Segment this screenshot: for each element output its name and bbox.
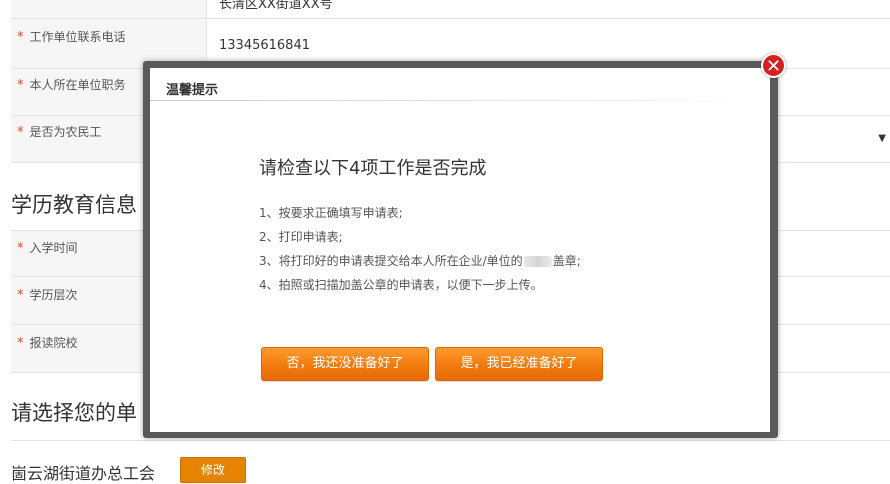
ready-button[interactable]: 是，我已经准备好了: [435, 347, 603, 381]
reminder-dialog: 温馨提示 请检查以下4项工作是否完成 1、按要求正确填写申请表; 2、打印申请表…: [150, 68, 770, 432]
dialog-heading: 请检查以下4项工作是否完成: [259, 158, 487, 179]
checklist-item: 1、按要求正确填写申请表;: [259, 206, 403, 220]
close-icon[interactable]: ✕: [761, 53, 786, 78]
required-star: *: [17, 125, 24, 140]
header-divider: [150, 100, 750, 101]
required-star: *: [17, 78, 24, 93]
unit-section-title: 请选择您的单: [11, 401, 137, 425]
form-label-cell: [11, 0, 207, 19]
form-row-address: 长清区XX街道XX号: [11, 0, 890, 19]
employer-phone-value[interactable]: 13345616841: [219, 38, 310, 53]
not-ready-button[interactable]: 否，我还没准备好了: [261, 347, 429, 381]
divider: [11, 440, 890, 441]
checklist-item: 2、打印申请表;: [259, 230, 343, 244]
required-star: *: [17, 241, 24, 256]
checklist-item: 4、拍照或扫描加盖公章的申请表，以便下一步上传。: [259, 278, 543, 292]
required-star: *: [17, 288, 24, 303]
required-star: *: [17, 336, 24, 351]
dialog-header: 温馨提示: [150, 68, 770, 101]
checklist: 1、按要求正确填写申请表; 2、打印申请表; 3、将打印好的申请表提交给本人所在…: [259, 201, 581, 297]
dialog-title: 温馨提示: [166, 83, 219, 98]
union-name: 崮云湖街道办总工会: [11, 464, 156, 483]
edit-button[interactable]: 修改: [180, 457, 246, 483]
address-value: 长清区XX街道XX号: [219, 0, 333, 12]
required-star: *: [17, 30, 24, 45]
checklist-item: 3、将打印好的申请表提交给本人所在企业/单位的 盖章;: [259, 254, 581, 268]
education-section-title: 学历教育信息: [11, 193, 137, 217]
chevron-down-icon[interactable]: ▼: [878, 133, 886, 144]
redacted-text: [523, 256, 552, 267]
